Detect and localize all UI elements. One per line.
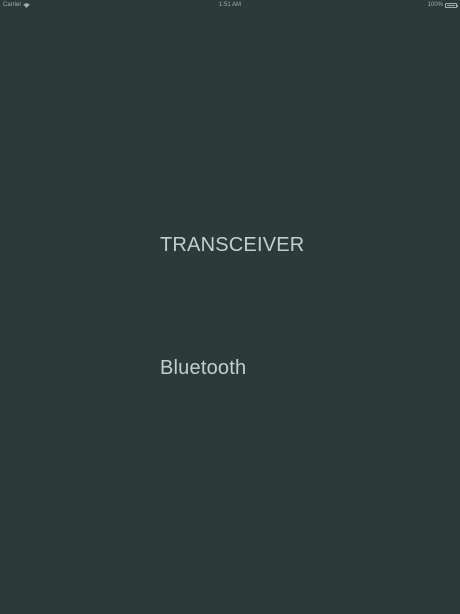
battery-icon xyxy=(445,2,458,8)
carrier-label: Carrier xyxy=(3,2,22,8)
status-left: Carrier xyxy=(3,0,31,10)
status-bar: Carrier 1:51 AM 100% xyxy=(0,0,460,10)
status-right: 100% xyxy=(427,0,458,10)
battery-percent: 100% xyxy=(427,2,443,8)
status-time: 1:51 AM xyxy=(218,2,242,8)
transceiver-title: TRANSCEIVER xyxy=(160,234,305,256)
bluetooth-button[interactable]: Bluetooth xyxy=(160,357,246,380)
wifi-icon xyxy=(23,2,31,8)
battery-fill xyxy=(447,4,455,6)
